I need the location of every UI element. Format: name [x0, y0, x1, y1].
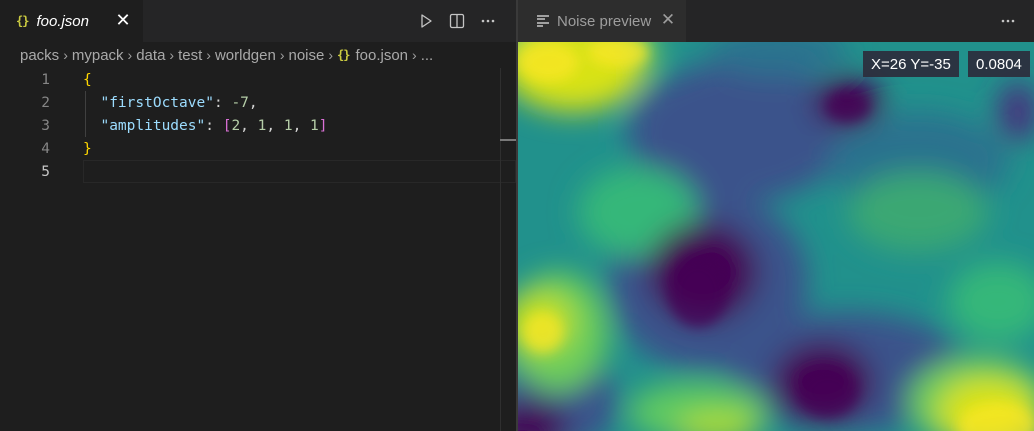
json-number: 1 — [283, 117, 293, 134]
breadcrumb-item[interactable]: worldgen — [215, 47, 276, 64]
preview-pane: Noise preview ✕ X=26 Y=-35 0.0804 — [518, 0, 1034, 431]
json-open-brace: { — [83, 71, 92, 88]
code-editor[interactable]: 1 { 2 "firstOctave": -7, 3 "amplitudes":… — [0, 68, 516, 431]
chevron-right-icon: › — [206, 47, 211, 63]
chevron-right-icon: › — [127, 47, 133, 63]
breadcrumb-item[interactable]: packs — [20, 47, 59, 64]
breadcrumb-item[interactable]: mypack — [72, 47, 124, 64]
json-key: "amplitudes" — [100, 117, 206, 134]
json-number: -7 — [231, 94, 249, 111]
json-colon: : — [213, 94, 232, 111]
json-comma: , — [248, 94, 258, 111]
chevron-right-icon: › — [169, 47, 175, 63]
line-number: 4 — [41, 140, 50, 157]
json-close-brace: } — [83, 140, 92, 157]
breadcrumb-ellipsis[interactable]: ... — [421, 47, 434, 64]
editor-tab-bar: {} foo.json ✕ — [0, 0, 516, 42]
current-line-highlight — [83, 160, 516, 183]
json-braces-icon: {} — [337, 48, 350, 62]
tab-title: Noise preview — [557, 12, 652, 30]
chevron-right-icon: › — [63, 47, 68, 63]
code-line-current: 5 — [0, 160, 516, 183]
json-number: 1 — [310, 117, 319, 134]
more-actions-icon[interactable] — [477, 10, 499, 32]
editor-actions — [406, 0, 499, 42]
json-number: 2 — [231, 117, 241, 134]
noise-preview-canvas[interactable] — [518, 42, 1034, 431]
json-separator: , — [240, 117, 258, 134]
code-line: 4 } — [0, 137, 516, 160]
more-actions-icon[interactable] — [997, 10, 1019, 32]
code-line: 3 "amplitudes": [2, 1, 1, 1] — [0, 114, 516, 137]
scrollbar-cursor-marker — [500, 139, 516, 141]
close-icon[interactable]: ✕ — [658, 10, 678, 30]
json-separator: , — [266, 117, 284, 134]
line-number: 1 — [41, 71, 50, 88]
tab-noise-preview[interactable]: Noise preview ✕ — [518, 0, 686, 42]
preview-icon — [537, 15, 549, 27]
line-number: 5 — [41, 163, 50, 180]
json-braces-icon: {} — [16, 14, 29, 28]
json-key: "firstOctave" — [100, 94, 214, 111]
json-close-bracket: ] — [318, 117, 328, 134]
tab-title: foo.json — [36, 12, 89, 30]
tab-foo-json[interactable]: {} foo.json ✕ — [0, 0, 143, 42]
chevron-right-icon: › — [412, 47, 417, 63]
json-colon: : — [205, 117, 223, 134]
run-icon[interactable] — [415, 10, 437, 32]
breadcrumb-file[interactable]: foo.json — [355, 47, 408, 64]
split-editor-icon[interactable] — [446, 10, 468, 32]
breadcrumb: packs › mypack › data › test › worldgen … — [0, 42, 536, 68]
close-icon[interactable]: ✕ — [113, 10, 133, 30]
breadcrumb-item[interactable]: noise — [289, 47, 325, 64]
noise-image[interactable] — [518, 42, 1034, 431]
preview-actions — [997, 0, 1019, 42]
line-number: 2 — [41, 94, 50, 111]
cursor-coordinates: X=26 Y=-35 — [863, 51, 959, 77]
json-separator: , — [292, 117, 311, 134]
chevron-right-icon: › — [328, 47, 334, 63]
breadcrumb-item[interactable]: test — [178, 47, 202, 64]
noise-value: 0.0804 — [968, 51, 1030, 77]
code-line: 2 "firstOctave": -7, — [0, 91, 516, 114]
code-line: 1 { — [0, 68, 516, 91]
breadcrumb-item[interactable]: data — [136, 47, 165, 64]
chevron-right-icon: › — [279, 47, 285, 63]
editor-pane: {} foo.json ✕ packs › mypack › data › te… — [0, 0, 516, 431]
scrollbar-track[interactable] — [500, 68, 501, 431]
line-number: 3 — [41, 117, 50, 134]
preview-tab-bar: Noise preview ✕ — [518, 0, 1034, 42]
